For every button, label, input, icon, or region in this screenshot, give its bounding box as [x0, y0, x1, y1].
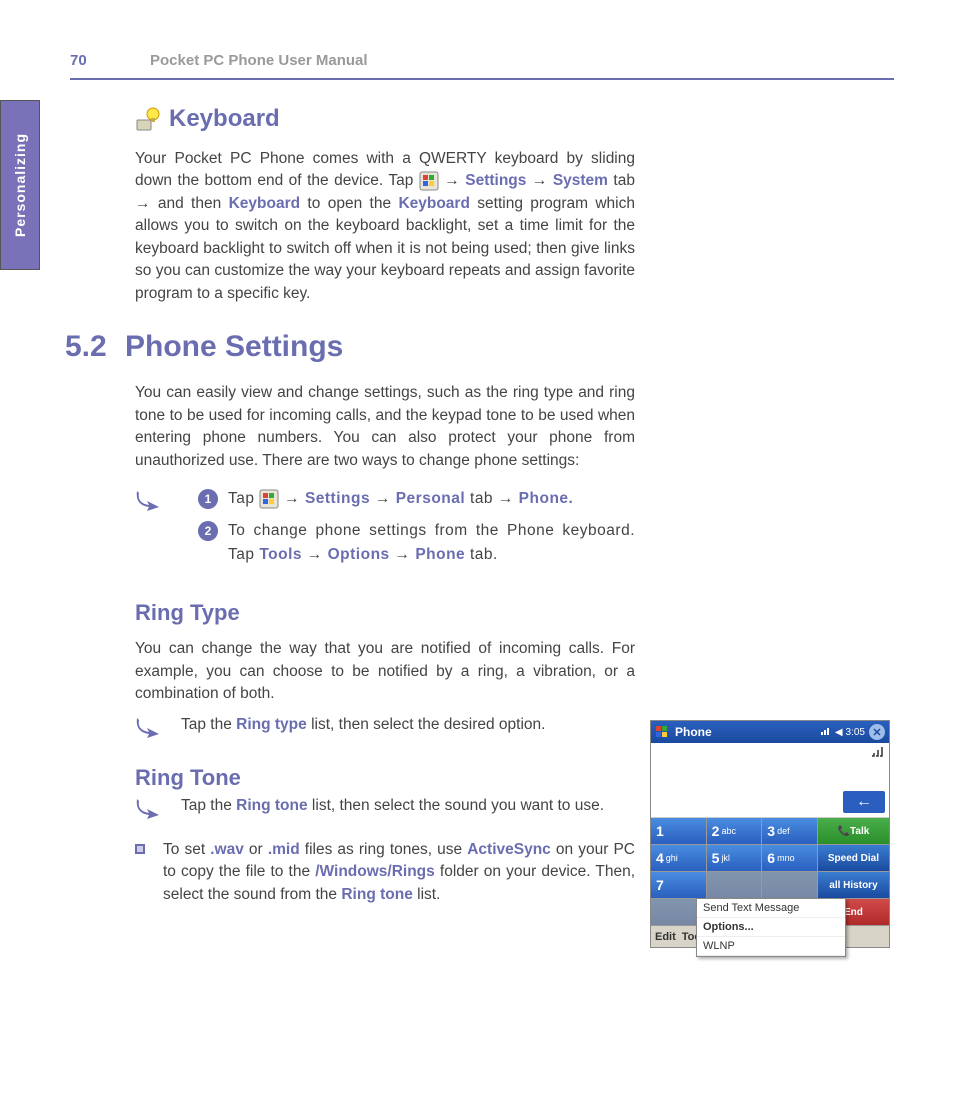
- side-tab-label: Personalizing: [12, 133, 28, 237]
- phone-settings-intro: You can easily view and change settings,…: [135, 382, 635, 472]
- tools-popup-menu: Send Text Message Options... WLNP: [696, 898, 846, 957]
- backspace-button[interactable]: ←: [843, 791, 885, 813]
- phone-display: ←: [651, 743, 889, 818]
- key-7[interactable]: 7: [651, 872, 706, 898]
- header-title: Pocket PC Phone User Manual: [150, 52, 368, 69]
- key-5[interactable]: 5jkl: [707, 845, 762, 871]
- square-bullet-icon: [135, 844, 145, 854]
- key-9[interactable]: [762, 872, 817, 898]
- ring-tone-bullet: To set .wav or .mid files as ring tones,…: [135, 839, 635, 906]
- key-6[interactable]: 6mno: [762, 845, 817, 871]
- key-3[interactable]: 3def: [762, 818, 817, 844]
- phone-screenshot: Phone ◀ 3:05 ✕ ← 1 2abc 3def 📞 Talk 4ghi…: [650, 720, 890, 948]
- step-1: 1 Tap → Settings → Personal tab → Phone.: [198, 487, 635, 511]
- start-flag-icon[interactable]: [655, 725, 671, 739]
- menu-send-text[interactable]: Send Text Message: [697, 899, 845, 918]
- keyboard-title: Keyboard: [169, 105, 280, 133]
- speed-dial-button[interactable]: Speed Dial: [818, 845, 889, 871]
- keyboard-heading: Keyboard: [135, 105, 635, 133]
- main-content: Keyboard Your Pocket PC Phone comes with…: [135, 105, 635, 906]
- tip-arrow-icon: [135, 489, 163, 513]
- key-8[interactable]: [707, 872, 762, 898]
- phone-status: ◀ 3:05: [820, 726, 865, 739]
- antenna-icon: [871, 747, 885, 757]
- page: 70 Pocket PC Phone User Manual Personali…: [0, 0, 954, 956]
- start-flag-icon: [419, 171, 439, 191]
- lightbulb-icon: [135, 106, 161, 132]
- start-flag-icon: [259, 489, 279, 509]
- edit-menu[interactable]: Edit: [655, 931, 676, 943]
- phone-title-label: Phone: [675, 725, 816, 739]
- ring-tone-tip: Tap the Ring tone list, then select the …: [135, 795, 635, 821]
- menu-wlnp[interactable]: WLNP: [697, 937, 845, 956]
- phone-settings-heading: 5.2Phone Settings: [65, 330, 635, 364]
- signal-icon: [820, 726, 832, 739]
- keyboard-paragraph: Your Pocket PC Phone comes with a QWERTY…: [135, 148, 635, 305]
- key-1[interactable]: 1: [651, 818, 706, 844]
- ring-tone-heading: Ring Tone: [135, 765, 635, 791]
- phone-clock: 3:05: [846, 727, 865, 738]
- talk-button[interactable]: 📞 Talk: [818, 818, 889, 844]
- call-history-button[interactable]: all History: [818, 872, 889, 898]
- menu-options[interactable]: Options...: [697, 918, 845, 937]
- step-2: 2 To change phone settings from the Phon…: [198, 519, 635, 567]
- speaker-icon: ◀: [835, 727, 843, 738]
- phone-settings-steps: 1 Tap → Settings → Personal tab → Phone.…: [135, 487, 635, 575]
- tip-arrow-icon: [135, 797, 163, 821]
- tip-arrow-icon: [135, 716, 163, 740]
- ring-type-heading: Ring Type: [135, 600, 635, 626]
- step-badge-2: 2: [198, 521, 218, 541]
- phone-titlebar: Phone ◀ 3:05 ✕: [651, 721, 889, 743]
- key-4[interactable]: 4ghi: [651, 845, 706, 871]
- ring-type-tip: Tap the Ring type list, then select the …: [135, 714, 635, 740]
- close-icon[interactable]: ✕: [869, 724, 885, 740]
- side-tab-personalizing: Personalizing: [0, 100, 40, 270]
- page-number: 70: [70, 52, 87, 69]
- key-2[interactable]: 2abc: [707, 818, 762, 844]
- step-badge-1: 1: [198, 489, 218, 509]
- header-rule: [70, 78, 894, 80]
- ring-type-paragraph: You can change the way that you are noti…: [135, 638, 635, 705]
